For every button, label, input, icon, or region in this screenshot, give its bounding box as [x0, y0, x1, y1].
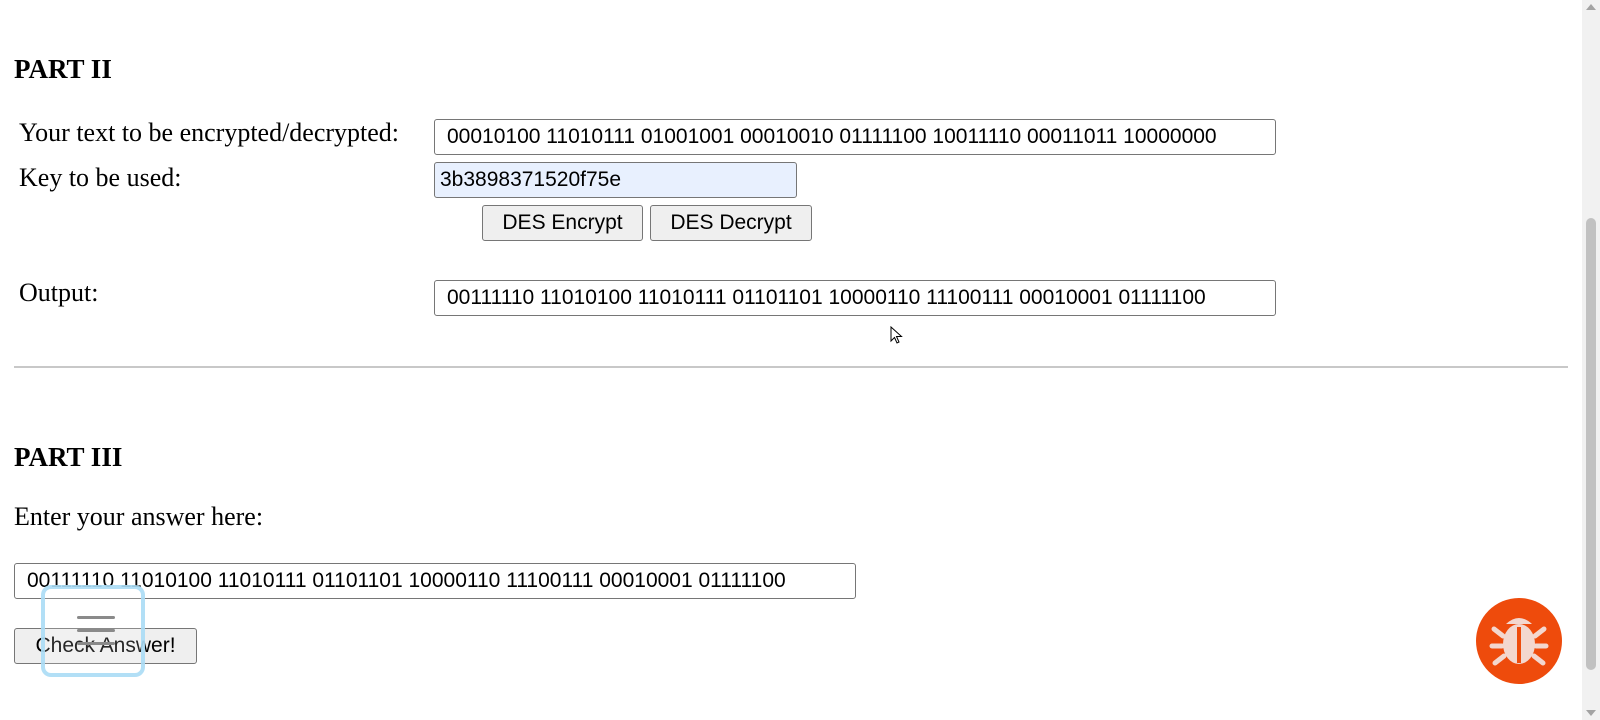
mouse-pointer-icon: [890, 326, 903, 344]
part2-heading: PART II: [14, 54, 112, 84]
text-input-label: Your text to be encrypted/decrypted:: [19, 118, 400, 147]
vertical-scrollbar[interactable]: [1582, 0, 1600, 720]
output-label: Output:: [19, 278, 99, 307]
key-input[interactable]: 3b3898371520f75e: [434, 162, 797, 198]
bug-icon: [1489, 618, 1549, 666]
part3-heading: PART III: [14, 442, 123, 472]
scroll-up-icon[interactable]: [1586, 4, 1596, 10]
des-encrypt-button[interactable]: DES Encrypt: [482, 205, 643, 241]
hamburger-menu-icon[interactable]: [41, 585, 145, 677]
text-input[interactable]: 00010100 11010111 01001001 00010010 0111…: [434, 119, 1276, 155]
page: PART II Your text to be encrypted/decryp…: [0, 0, 1582, 720]
des-decrypt-button[interactable]: DES Decrypt: [650, 205, 812, 241]
scrollbar-thumb[interactable]: [1586, 218, 1596, 670]
key-input-label: Key to be used:: [19, 163, 182, 192]
output-field[interactable]: 00111110 11010100 11010111 01101101 1000…: [434, 280, 1276, 316]
scroll-down-icon[interactable]: [1586, 710, 1596, 716]
section-divider: [14, 366, 1568, 368]
bug-report-button[interactable]: [1476, 598, 1562, 684]
answer-prompt: Enter your answer here:: [14, 502, 264, 531]
